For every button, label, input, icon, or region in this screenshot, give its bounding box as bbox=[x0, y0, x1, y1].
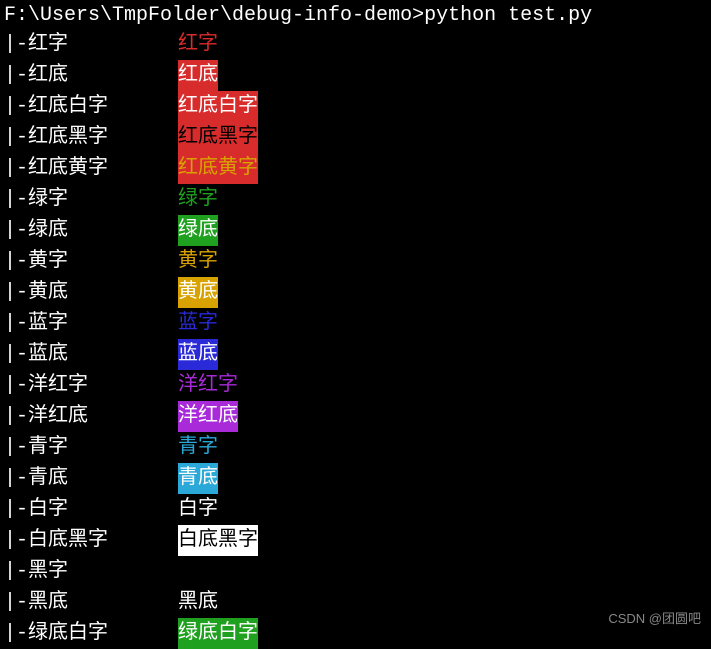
row-prefix: |- bbox=[4, 339, 28, 370]
row-prefix: |- bbox=[4, 401, 28, 432]
row-sample: 洋红字 bbox=[178, 370, 238, 401]
row-label: 黄字 bbox=[28, 246, 178, 277]
command-prompt: F:\Users\TmpFolder\debug-info-demo>pytho… bbox=[4, 4, 707, 27]
output-row: |-红底黄字红底黄字 bbox=[4, 153, 707, 184]
row-sample: 白字 bbox=[178, 494, 218, 525]
output-row: |-绿字绿字 bbox=[4, 184, 707, 215]
output-row: |-绿底白字绿底白字 bbox=[4, 618, 707, 649]
output-row: |-白字白字 bbox=[4, 494, 707, 525]
row-sample: 青底 bbox=[178, 463, 218, 494]
row-prefix: |- bbox=[4, 618, 28, 649]
row-prefix: |- bbox=[4, 184, 28, 215]
output-row: |-黄底黄底 bbox=[4, 277, 707, 308]
row-prefix: |- bbox=[4, 308, 28, 339]
row-sample: 红字 bbox=[178, 29, 218, 60]
watermark: CSDN @团圆吧 bbox=[608, 608, 701, 627]
row-label: 红底白字 bbox=[28, 91, 178, 122]
row-prefix: |- bbox=[4, 153, 28, 184]
row-label: 黑底 bbox=[28, 587, 178, 618]
row-prefix: |- bbox=[4, 277, 28, 308]
row-label: 白底黑字 bbox=[28, 525, 178, 556]
row-label: 黄底 bbox=[28, 277, 178, 308]
output-row: |-蓝底蓝底 bbox=[4, 339, 707, 370]
row-label: 绿底 bbox=[28, 215, 178, 246]
row-sample: 青字 bbox=[178, 432, 218, 463]
row-sample: 黄底 bbox=[178, 277, 218, 308]
row-prefix: |- bbox=[4, 370, 28, 401]
row-prefix: |- bbox=[4, 432, 28, 463]
row-label: 白字 bbox=[28, 494, 178, 525]
row-prefix: |- bbox=[4, 246, 28, 277]
output-row: |-红底红底 bbox=[4, 60, 707, 91]
output-row: |-红底黑字红底黑字 bbox=[4, 122, 707, 153]
output-row: |-红字红字 bbox=[4, 29, 707, 60]
output-row: |-绿底绿底 bbox=[4, 215, 707, 246]
row-label: 红底黑字 bbox=[28, 122, 178, 153]
row-sample: 红底白字 bbox=[178, 91, 258, 122]
output-row: |-黄字黄字 bbox=[4, 246, 707, 277]
row-sample: 洋红底 bbox=[178, 401, 238, 432]
row-label: 洋红底 bbox=[28, 401, 178, 432]
row-label: 青底 bbox=[28, 463, 178, 494]
output-row: |-红底白字红底白字 bbox=[4, 91, 707, 122]
row-sample: 蓝字 bbox=[178, 308, 218, 339]
output-row: |-蓝字蓝字 bbox=[4, 308, 707, 339]
output-row: |-青字青字 bbox=[4, 432, 707, 463]
row-label: 红字 bbox=[28, 29, 178, 60]
row-sample: 黑字 bbox=[178, 556, 218, 587]
row-sample: 红底黄字 bbox=[178, 153, 258, 184]
output-row: |-黑字黑字 bbox=[4, 556, 707, 587]
row-label: 洋红字 bbox=[28, 370, 178, 401]
row-sample: 绿字 bbox=[178, 184, 218, 215]
row-sample: 白底黑字 bbox=[178, 525, 258, 556]
output-row: |-洋红字洋红字 bbox=[4, 370, 707, 401]
row-label: 青字 bbox=[28, 432, 178, 463]
row-sample: 黄字 bbox=[178, 246, 218, 277]
row-sample: 绿底 bbox=[178, 215, 218, 246]
row-prefix: |- bbox=[4, 525, 28, 556]
output-lines: |-红字红字|-红底红底|-红底白字红底白字|-红底黑字红底黑字|-红底黄字红底… bbox=[4, 29, 707, 649]
row-label: 绿底白字 bbox=[28, 618, 178, 649]
row-label: 黑字 bbox=[28, 556, 178, 587]
row-sample: 蓝底 bbox=[178, 339, 218, 370]
row-prefix: |- bbox=[4, 29, 28, 60]
row-prefix: |- bbox=[4, 556, 28, 587]
row-label: 红底黄字 bbox=[28, 153, 178, 184]
row-prefix: |- bbox=[4, 494, 28, 525]
output-row: |-青底青底 bbox=[4, 463, 707, 494]
output-row: |-白底黑字白底黑字 bbox=[4, 525, 707, 556]
output-row: |-洋红底洋红底 bbox=[4, 401, 707, 432]
row-prefix: |- bbox=[4, 587, 28, 618]
output-row: |-黑底黑底 bbox=[4, 587, 707, 618]
row-sample: 绿底白字 bbox=[178, 618, 258, 649]
row-label: 蓝底 bbox=[28, 339, 178, 370]
row-prefix: |- bbox=[4, 91, 28, 122]
row-sample: 红底黑字 bbox=[178, 122, 258, 153]
row-label: 蓝字 bbox=[28, 308, 178, 339]
row-prefix: |- bbox=[4, 215, 28, 246]
row-prefix: |- bbox=[4, 60, 28, 91]
row-sample: 红底 bbox=[178, 60, 218, 91]
row-sample: 黑底 bbox=[178, 587, 218, 618]
row-label: 红底 bbox=[28, 60, 178, 91]
row-label: 绿字 bbox=[28, 184, 178, 215]
row-prefix: |- bbox=[4, 463, 28, 494]
row-prefix: |- bbox=[4, 122, 28, 153]
